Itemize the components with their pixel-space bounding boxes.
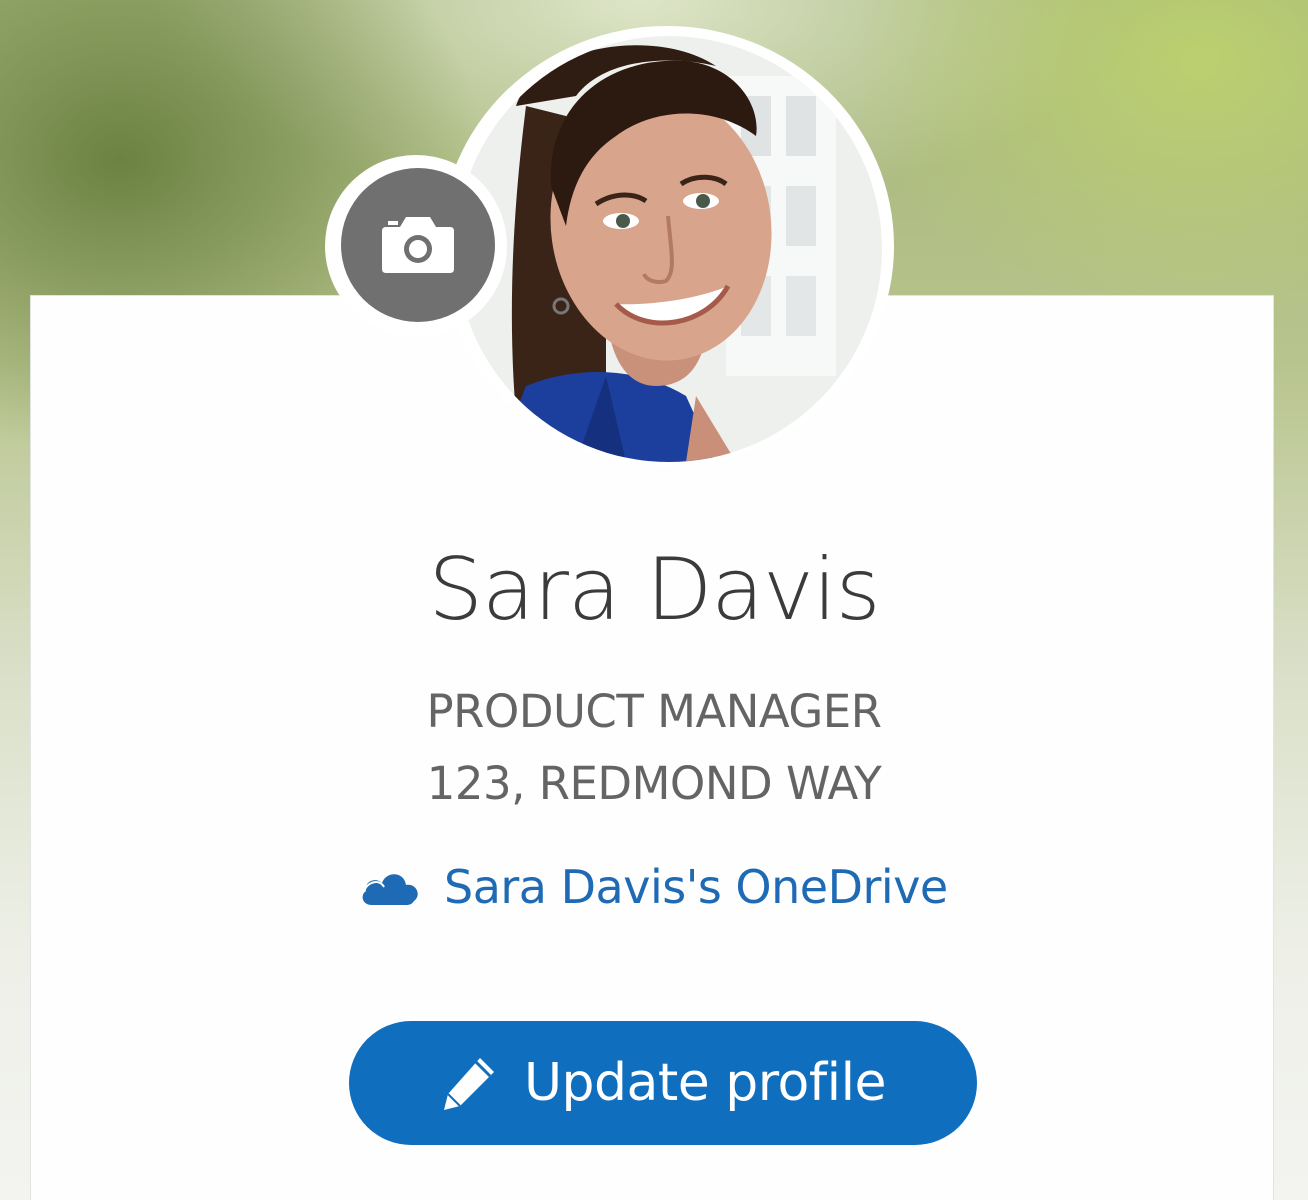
- camera-icon: [382, 217, 454, 273]
- avatar-photo: [456, 36, 882, 462]
- job-title: PRODUCT MANAGER: [426, 685, 882, 738]
- profile-page: Sara Davis PRODUCT MANAGER 123, REDMOND …: [0, 0, 1308, 1200]
- update-profile-label: Update profile: [523, 1053, 887, 1113]
- onedrive-link[interactable]: Sara Davis's OneDrive: [358, 856, 948, 918]
- avatar: [456, 36, 882, 462]
- cloud-icon: [362, 874, 418, 905]
- update-profile-button[interactable]: Update profile: [349, 1021, 977, 1145]
- profile-name: Sara Davis: [428, 540, 880, 640]
- change-photo-button[interactable]: [341, 168, 495, 322]
- onedrive-link-label: Sara Davis's OneDrive: [444, 860, 948, 914]
- pencil-icon: [443, 1058, 494, 1110]
- office-address: 123, REDMOND WAY: [426, 757, 882, 810]
